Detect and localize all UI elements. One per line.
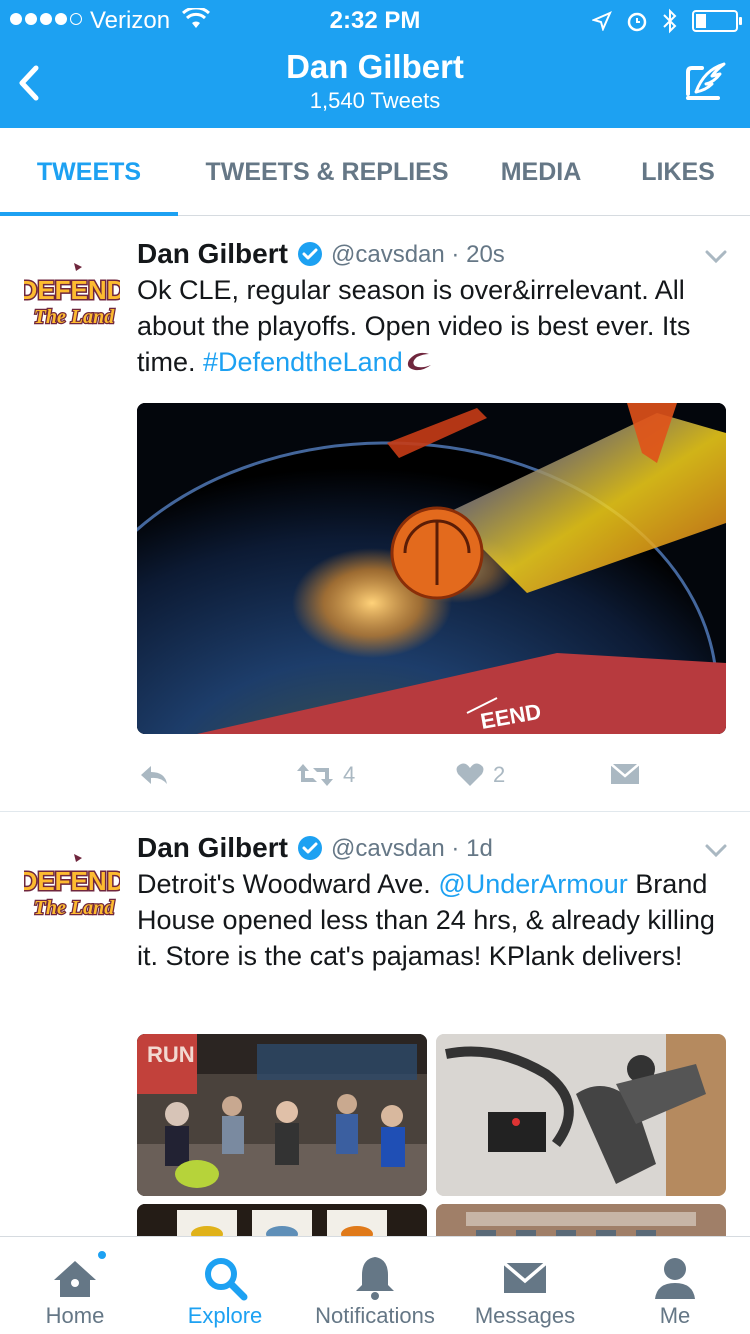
avatar-logo-text: DEFEND (24, 275, 120, 305)
nav-notifications[interactable]: Notifications (300, 1237, 450, 1334)
nav-home[interactable]: Home (0, 1237, 150, 1334)
tweet-item[interactable]: DEFEND The Land Dan Gilbert @cavsdan · 1… (0, 812, 750, 1236)
tweet-handle-text: @cavsdan (331, 835, 445, 862)
tweet-text-content: Detroit's Woodward Ave. (137, 869, 431, 899)
avatar-logo-subtext: The Land (34, 897, 116, 919)
direct-message-button[interactable] (610, 762, 640, 786)
compose-tweet-icon[interactable] (682, 58, 730, 106)
tweet-item[interactable]: DEFEND The Land Dan Gilbert @cavsdan · 2… (0, 217, 750, 812)
retweet-count: 4 (343, 762, 356, 787)
tweet-handle[interactable]: @cavsdan · 1d (331, 835, 493, 863)
nav-messages[interactable]: Messages (450, 1237, 600, 1334)
tweet-text: Detroit's Woodward Ave. @UnderArmour Bra… (137, 866, 727, 974)
tweet-media-video[interactable]: EEND (137, 403, 726, 734)
tweet-handle-text: @cavsdan (331, 241, 445, 268)
building-exterior-photo (436, 1204, 726, 1236)
verified-badge-icon (298, 836, 322, 860)
nav-explore[interactable]: Explore (150, 1237, 300, 1334)
shoe-display-photo (137, 1204, 427, 1236)
hashtag-link[interactable]: #DefendtheLand (203, 347, 403, 377)
like-count: 2 (493, 762, 506, 787)
tab-media[interactable]: MEDIA (476, 128, 606, 215)
nav-label: Notifications (315, 1303, 435, 1328)
store-interior-photo: RUN (137, 1034, 427, 1196)
chevron-down-icon[interactable] (704, 249, 728, 265)
search-icon (205, 1258, 248, 1301)
retweet-icon (297, 764, 333, 786)
person-icon (655, 1258, 695, 1299)
avatar[interactable]: DEFEND The Land (24, 261, 120, 333)
profile-tabs: TWEETS TWEETS & REPLIES MEDIA LIKES (0, 128, 750, 216)
avatar[interactable]: DEFEND The Land (24, 852, 120, 924)
envelope-icon (502, 1261, 548, 1293)
tweet-author-name[interactable]: Dan Gilbert (137, 238, 288, 270)
tweet-photo-4[interactable] (436, 1204, 726, 1236)
tab-tweets-and-replies[interactable]: TWEETS & REPLIES (178, 128, 476, 215)
home-icon (54, 1261, 96, 1297)
chevron-down-icon[interactable] (704, 843, 728, 859)
bell-icon (356, 1257, 394, 1300)
tweet-handle[interactable]: @cavsdan · 20s (331, 241, 505, 269)
nav-me[interactable]: Me (600, 1237, 750, 1334)
tweet-photo-2[interactable] (436, 1034, 726, 1196)
battery-icon (692, 10, 742, 32)
avatar-logo-subtext: The Land (34, 306, 116, 328)
verified-badge-icon (298, 242, 322, 266)
nav-label: Explore (187, 1303, 263, 1328)
tweet-author-name[interactable]: Dan Gilbert (137, 832, 288, 864)
tweet-photo-3[interactable] (137, 1204, 427, 1236)
tweet-text: Ok CLE, regular season is over&irrelevan… (137, 272, 727, 380)
profile-title: Dan Gilbert (286, 48, 464, 85)
bottom-tab-bar: Home Explore Notifications Messages Me (0, 1236, 750, 1334)
heart-icon (456, 763, 484, 786)
new-content-dot (96, 1249, 108, 1261)
header-bar: Verizon 2:32 PM Dan Gilbert 1,540 Tweets (0, 0, 750, 128)
cavs-c-hashflag-icon (407, 352, 431, 371)
avatar-logo-text: DEFEND (24, 866, 120, 896)
like-button[interactable]: 2 (455, 762, 505, 788)
tweet-actions: 4 2 (137, 762, 657, 792)
envelope-icon (610, 763, 640, 784)
location-arrow-icon (592, 11, 612, 31)
tab-likes[interactable]: LIKES (606, 128, 750, 215)
bluetooth-icon (663, 8, 677, 34)
status-bar: Verizon 2:32 PM (0, 0, 750, 40)
tweet-timestamp: 1d (466, 835, 493, 862)
tweet-photo-1[interactable]: RUN (137, 1034, 427, 1196)
nav-label: Me (659, 1303, 691, 1328)
retweet-button[interactable]: 4 (295, 762, 355, 788)
tweet-count: 1,540 Tweets (309, 88, 441, 113)
alarm-icon (627, 12, 647, 32)
nav-label: Home (45, 1303, 105, 1328)
photo-sign-text: RUN (147, 1042, 195, 1067)
reply-icon (141, 766, 167, 784)
tab-tweets[interactable]: TWEETS (0, 128, 178, 216)
tweet-timestamp: 20s (466, 241, 505, 268)
nav-label: Messages (474, 1303, 576, 1328)
reply-button[interactable] (137, 762, 171, 788)
mention-link[interactable]: @UnderArmour (438, 869, 627, 899)
mural-photo (436, 1034, 726, 1196)
video-thumbnail: EEND (137, 403, 726, 734)
